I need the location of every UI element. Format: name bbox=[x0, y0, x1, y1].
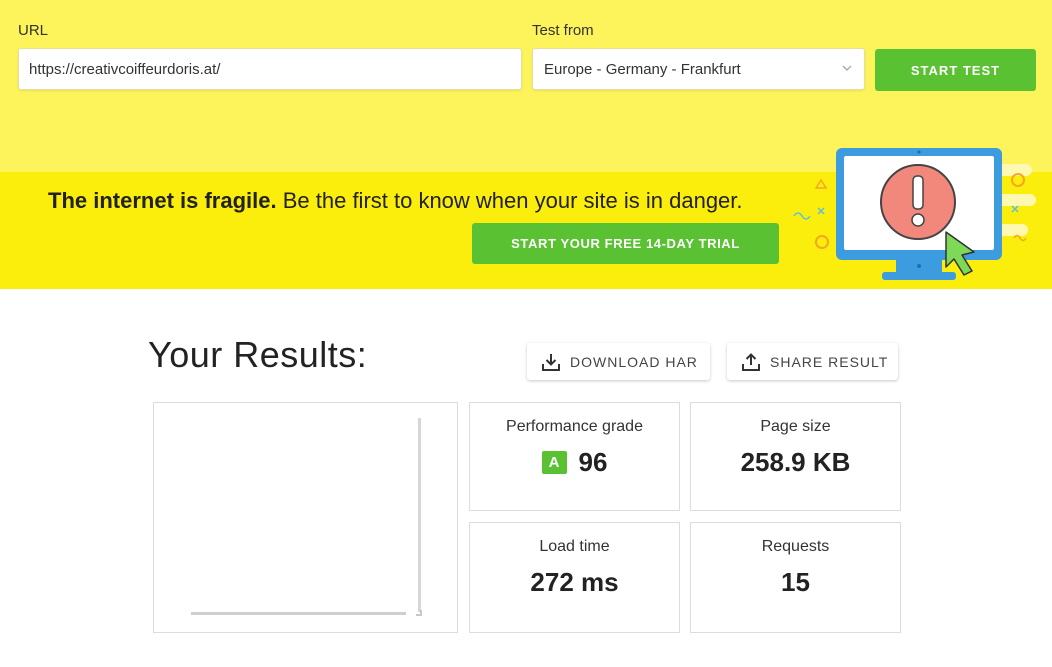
page-size-value: 258.9 KB bbox=[740, 447, 851, 477]
download-har-button[interactable]: DOWNLOAD HAR bbox=[527, 343, 710, 380]
performance-grade-label: Performance grade bbox=[506, 418, 643, 435]
start-test-button[interactable]: START TEST bbox=[875, 49, 1036, 91]
page-screenshot-preview bbox=[153, 402, 458, 633]
share-result-label: SHARE RESULT bbox=[770, 353, 889, 370]
load-time-label: Load time bbox=[539, 538, 610, 555]
page-size-card: Page size 258.9 KB bbox=[690, 402, 901, 511]
banner-headline-bold: The internet is fragile. bbox=[48, 188, 277, 213]
url-input[interactable] bbox=[18, 48, 522, 90]
download-icon bbox=[542, 353, 560, 371]
url-label: URL bbox=[18, 22, 49, 39]
load-time-card: Load time 272 ms bbox=[469, 522, 680, 633]
load-time-value: 272 ms bbox=[530, 567, 619, 597]
banner-headline-rest: Be the first to know when your site is i… bbox=[276, 188, 743, 213]
chevron-down-icon bbox=[842, 65, 852, 71]
horizontal-scrollbar[interactable] bbox=[191, 612, 406, 615]
download-har-label: DOWNLOAD HAR bbox=[570, 353, 698, 370]
performance-grade-card: Performance grade A 96 bbox=[469, 402, 680, 511]
test-from-label: Test from bbox=[532, 22, 594, 39]
requests-value: 15 bbox=[781, 567, 810, 597]
performance-grade-value: 96 bbox=[578, 447, 608, 477]
requests-card: Requests 15 bbox=[690, 522, 901, 633]
test-location-value: Europe - Germany - Frankfurt bbox=[544, 61, 741, 78]
share-result-button[interactable]: SHARE RESULT bbox=[727, 343, 898, 380]
requests-label: Requests bbox=[761, 538, 830, 555]
grade-letter-badge: A bbox=[541, 451, 567, 474]
free-trial-button[interactable]: START YOUR FREE 14-DAY TRIAL bbox=[472, 223, 779, 264]
monitor-alert-icon bbox=[793, 148, 1036, 280]
page-size-label: Page size bbox=[760, 418, 831, 435]
banner-headline: The internet is fragile. Be the first to… bbox=[48, 188, 743, 214]
test-location-select[interactable]: Europe - Germany - Frankfurt bbox=[532, 48, 865, 90]
vertical-scrollbar[interactable] bbox=[418, 418, 421, 612]
results-title: Your Results: bbox=[148, 334, 368, 375]
resize-corner[interactable] bbox=[416, 610, 422, 616]
upload-icon bbox=[742, 352, 760, 371]
